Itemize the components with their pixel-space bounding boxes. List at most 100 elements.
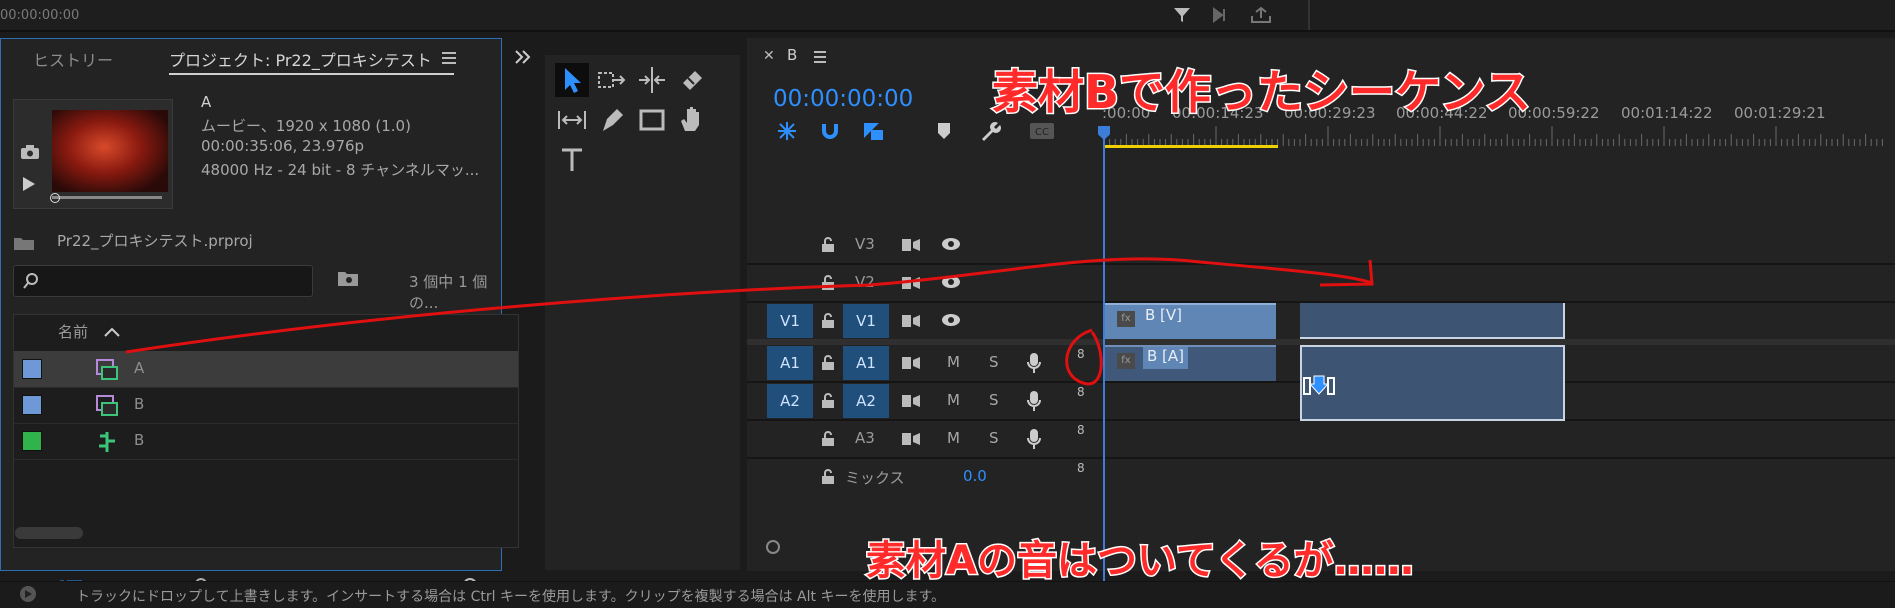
expand-panels-icon[interactable] (514, 49, 532, 65)
source-patch-a1[interactable]: A1 (767, 346, 813, 380)
track-volume: 8 (1077, 423, 1085, 437)
microphone-icon[interactable] (1027, 428, 1041, 450)
label-color-swatch[interactable] (22, 431, 42, 451)
ruler-ticks (1103, 126, 1883, 146)
add-marker-icon[interactable] (937, 122, 951, 140)
sort-ascending-icon[interactable] (104, 327, 120, 337)
active-tab-indicator (169, 73, 454, 75)
lock-icon[interactable] (821, 237, 835, 253)
track-target-a2[interactable]: A2 (843, 384, 889, 418)
video-clip[interactable]: fx B [V] (1103, 303, 1276, 339)
item-name: A (134, 359, 145, 377)
new-bin-search-icon[interactable] (337, 269, 359, 287)
list-item[interactable]: B (14, 387, 518, 424)
razor-tool[interactable] (675, 63, 709, 97)
horizontal-scrollbar[interactable] (15, 527, 83, 539)
tab-history[interactable]: ヒストリー (33, 47, 113, 71)
captions-icon[interactable]: CC (1029, 122, 1055, 140)
microphone-icon[interactable] (1027, 352, 1041, 374)
clip-name: A (201, 93, 212, 111)
clip-label: B [V] (1145, 306, 1183, 324)
sequence-menu-icon[interactable] (813, 51, 827, 63)
clip-duration: 00:00:35:06, 23.976p (201, 137, 365, 155)
lock-icon[interactable] (821, 431, 835, 447)
mix-volume-value[interactable]: 0.0 (963, 467, 987, 485)
solo-button[interactable]: S (989, 391, 999, 409)
audio-icon[interactable] (1212, 6, 1234, 24)
mute-button[interactable]: M (947, 391, 960, 409)
sync-lock-icon[interactable] (901, 313, 921, 329)
timeline-zoom-handle[interactable] (766, 540, 780, 554)
track-target-v1[interactable]: V1 (843, 304, 889, 338)
lock-icon[interactable] (821, 393, 835, 409)
svg-text:CC: CC (1035, 127, 1049, 138)
program-timecode: 00:00:00:00 (0, 8, 80, 23)
sync-lock-icon[interactable] (901, 275, 921, 291)
search-input[interactable] (13, 265, 313, 297)
source-patch-v1[interactable]: V1 (767, 304, 813, 338)
column-name-header[interactable]: 名前 (58, 321, 88, 342)
list-item[interactable]: A (14, 351, 518, 388)
thumbnail-scrubber[interactable] (52, 196, 162, 199)
track-select-tool[interactable] (595, 63, 629, 97)
rectangle-tool[interactable] (635, 103, 669, 137)
mute-button[interactable]: M (947, 353, 960, 371)
close-tab-icon[interactable]: ✕ (763, 48, 775, 64)
label-color-swatch[interactable] (22, 395, 42, 415)
pen-tool[interactable] (595, 103, 629, 137)
lock-icon[interactable] (821, 469, 835, 485)
audio-clip[interactable]: fx B [A] (1103, 345, 1276, 381)
project-panel: ヒストリー プロジェクト: Pr22_プロキシテスト A ムービー、1920 x… (0, 38, 531, 599)
mute-button[interactable]: M (947, 429, 960, 447)
tab-project[interactable]: プロジェクト: Pr22_プロキシテスト (169, 47, 432, 71)
project-item-list: 名前 A B B (13, 314, 519, 548)
solo-button[interactable]: S (989, 429, 999, 447)
label-color-swatch[interactable] (22, 359, 42, 379)
drop-preview-audio (1300, 345, 1565, 421)
solo-button[interactable]: S (989, 353, 999, 371)
track-v2: V2 (747, 265, 1895, 301)
nest-sequence-icon[interactable] (775, 120, 799, 142)
ripple-edit-tool[interactable] (635, 63, 669, 97)
filter-icon[interactable] (1172, 6, 1192, 24)
sync-lock-icon[interactable] (901, 237, 921, 253)
hand-tool[interactable] (675, 103, 709, 137)
camera-icon[interactable] (20, 144, 40, 160)
slip-tool[interactable] (555, 103, 589, 137)
eye-icon[interactable] (941, 237, 961, 251)
play-icon[interactable] (22, 176, 36, 192)
selection-count: 3 個中 1 個の... (409, 273, 488, 312)
panel-menu-icon[interactable] (441, 51, 457, 65)
lock-icon[interactable] (821, 355, 835, 371)
sequence-tab[interactable]: B (787, 46, 797, 64)
work-area-bar[interactable] (1105, 145, 1278, 148)
playhead[interactable] (1103, 126, 1105, 581)
overwrite-cursor-icon (1302, 372, 1336, 400)
scrubber-handle[interactable] (50, 193, 60, 203)
sequence-icon (96, 431, 118, 453)
sync-lock-icon[interactable] (901, 393, 921, 409)
lock-icon[interactable] (821, 275, 835, 291)
tools-panel (545, 55, 740, 570)
clip-thumbnail[interactable] (13, 99, 173, 209)
linked-selection-icon[interactable] (861, 120, 885, 142)
type-tool[interactable] (555, 143, 589, 177)
track-target-a1[interactable]: A1 (843, 346, 889, 380)
top-bar: 00:00:00:00 (0, 0, 1895, 32)
sync-lock-icon[interactable] (901, 431, 921, 447)
sync-lock-icon[interactable] (901, 355, 921, 371)
selection-tool[interactable] (555, 63, 589, 97)
microphone-icon[interactable] (1027, 390, 1041, 412)
export-icon[interactable] (1250, 6, 1272, 24)
lock-icon[interactable] (821, 313, 835, 329)
list-header: 名前 (14, 315, 518, 352)
source-patch-a2[interactable]: A2 (767, 384, 813, 418)
list-item[interactable]: B (14, 423, 518, 460)
timeline-timecode[interactable]: 00:00:00:00 (773, 86, 913, 112)
snap-icon[interactable] (819, 120, 841, 142)
eye-icon[interactable] (941, 313, 961, 327)
eye-icon[interactable] (941, 275, 961, 289)
wrench-icon[interactable] (979, 120, 1001, 142)
status-message: トラックにドロップして上書きします。インサートする場合は Ctrl キーを使用し… (76, 589, 946, 605)
clip-audio-info: 48000 Hz - 24 bit - 8 チャンネルマッ... (201, 161, 480, 179)
